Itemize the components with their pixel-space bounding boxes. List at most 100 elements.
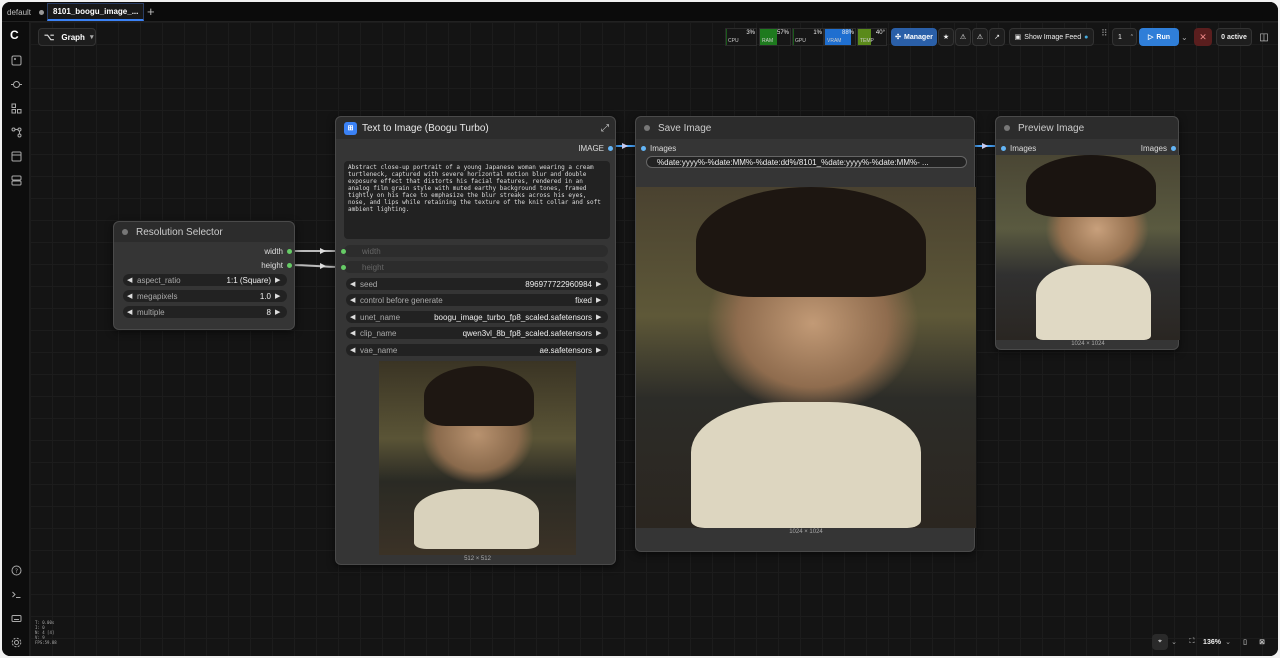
drag-handle-icon[interactable]: ⠿ — [1101, 28, 1109, 46]
resolution-selector-node[interactable]: Resolution Selector width height ◀ aspec… — [113, 221, 295, 330]
increment-icon[interactable]: ▶ — [596, 313, 604, 321]
run-button[interactable]: ▷ Run — [1139, 28, 1179, 46]
preview-image[interactable] — [996, 155, 1180, 340]
increment-icon[interactable]: ▶ — [275, 308, 283, 316]
increment-icon[interactable]: ▶ — [596, 280, 604, 288]
help-icon[interactable]: ? — [9, 563, 23, 577]
panel-toggle-icon[interactable]: ◫ — [1256, 28, 1272, 46]
output-slot-image[interactable]: IMAGE — [578, 144, 613, 153]
meter-value: 88% — [841, 30, 854, 36]
slot-connector[interactable] — [341, 248, 346, 254]
expand-node-icon[interactable]: ⤢ — [601, 123, 609, 134]
missing-nodes-icon[interactable]: ⚠ — [972, 28, 988, 46]
manager-label: Manager — [904, 33, 933, 41]
output-slot-images[interactable]: Images — [1141, 144, 1176, 153]
preview-image-node[interactable]: Preview Image Images Images 1024 × 1024 — [995, 116, 1180, 350]
increment-icon[interactable]: ▶ — [275, 292, 283, 300]
tab-default[interactable]: default — [2, 3, 46, 21]
templates-icon[interactable] — [9, 149, 23, 163]
slot-connector[interactable] — [608, 146, 613, 151]
ram-meter: 57% RAM — [759, 28, 791, 46]
node-header[interactable]: Preview Image — [996, 117, 1178, 139]
decrement-icon[interactable]: ◀ — [350, 346, 358, 354]
chevron-down-icon[interactable]: ⌄ — [1169, 634, 1179, 650]
slot-connector[interactable] — [641, 146, 646, 151]
decrement-icon[interactable]: ◀ — [127, 292, 135, 300]
saved-image-preview[interactable] — [636, 187, 976, 528]
clip-name-widget[interactable]: ◀ clip_name qwen3vl_8b_fp8_scaled.safete… — [346, 327, 608, 339]
input-slot-height[interactable]: height — [341, 261, 608, 273]
slot-label: width — [264, 247, 283, 256]
image-feed-icon: ▣ — [1014, 34, 1022, 41]
increment-icon[interactable]: ▶ — [596, 329, 604, 337]
share-icon[interactable]: ↗ — [989, 28, 1005, 46]
decrement-icon[interactable]: ◀ — [127, 276, 135, 284]
slot-connector[interactable] — [287, 249, 292, 254]
zoom-level[interactable]: 136% — [1201, 634, 1223, 650]
text-to-image-node[interactable]: ⊞ Text to Image (Boogu Turbo) ⤢ IMAGE Ab… — [335, 116, 616, 565]
manager-button[interactable]: ✣ Manager — [891, 28, 937, 46]
graph-mode-button[interactable]: ⌥ Graph ▾ — [38, 28, 96, 46]
slot-connector[interactable] — [341, 264, 346, 270]
slot-connector[interactable] — [1171, 146, 1176, 151]
filename-prefix-input[interactable]: %date:yyyy%-%date:MM%-%date:dd%/8101_%da… — [646, 156, 967, 168]
megapixels-widget[interactable]: ◀ megapixels 1.0 ▶ — [123, 290, 287, 302]
link-visibility-icon[interactable]: ⊠ — [1255, 634, 1269, 650]
slot-connector[interactable] — [287, 263, 292, 268]
comfy-logo-icon[interactable]: C — [10, 28, 26, 44]
increment-icon[interactable]: ▶ — [275, 276, 283, 284]
nodes-library-icon[interactable] — [9, 101, 23, 115]
decrement-icon[interactable]: ◀ — [350, 296, 358, 304]
unet-name-widget[interactable]: ◀ unet_name boogu_image_turbo_fp8_scaled… — [346, 311, 608, 323]
chevron-down-icon[interactable]: ⌄ — [1223, 634, 1233, 650]
vae-name-widget[interactable]: ◀ vae_name ae.safetensors ▶ — [346, 344, 608, 356]
widget-name: seed — [360, 279, 378, 289]
tab-unsaved-dot — [39, 9, 45, 15]
active-queue-button[interactable]: 0 active — [1216, 28, 1252, 46]
minimap-icon[interactable]: ▯ — [1238, 634, 1252, 650]
save-image-node[interactable]: Save Image Images %date:yyyy%-%date:MM%-… — [635, 116, 976, 552]
decrement-icon[interactable]: ◀ — [350, 280, 358, 288]
tab-workflow[interactable]: 8101_boogu_image_... — [47, 3, 144, 21]
queue-icon[interactable] — [9, 173, 23, 187]
seed-widget[interactable]: ◀ seed 896977722960984 ▶ — [346, 278, 608, 290]
temp-meter: 40° TEMP — [857, 28, 887, 46]
workflows-icon[interactable] — [9, 125, 23, 139]
cancel-icon[interactable]: ✕ — [1194, 28, 1212, 46]
widget-name: multiple — [137, 307, 165, 317]
decrement-icon[interactable]: ◀ — [127, 308, 135, 316]
generated-image-preview[interactable] — [379, 361, 576, 555]
prompt-textarea[interactable]: Abstract close-up portrait of a young Ja… — [344, 161, 610, 239]
node-header[interactable]: Save Image — [636, 117, 974, 139]
node-header[interactable]: ⊞ Text to Image (Boogu Turbo) ⤢ — [336, 117, 615, 139]
multiple-widget[interactable]: ◀ multiple 8 ▶ — [123, 306, 287, 318]
input-slot-images[interactable]: Images — [641, 144, 676, 153]
toggle-indicator-icon: ● — [1084, 33, 1089, 41]
control-before-generate-widget[interactable]: ◀ control before generate fixed ▶ — [346, 294, 608, 306]
images-icon[interactable] — [9, 53, 23, 67]
increment-icon[interactable]: ▶ — [596, 346, 604, 354]
puzzle-icon: ✣ — [895, 34, 902, 41]
decrement-icon[interactable]: ◀ — [350, 313, 358, 321]
slot-connector[interactable] — [1001, 146, 1006, 151]
keyboard-icon[interactable] — [9, 611, 23, 625]
favorite-star-icon[interactable]: ★ — [938, 28, 954, 46]
input-slot-images[interactable]: Images — [1001, 144, 1036, 153]
output-slot-width[interactable]: width — [264, 247, 292, 256]
node-header[interactable]: Resolution Selector — [114, 222, 294, 242]
queue-count-input[interactable]: 1 ⌃ — [1112, 28, 1137, 46]
settings-gear-icon[interactable] — [9, 635, 23, 649]
terminal-icon[interactable] — [9, 587, 23, 601]
increment-icon[interactable]: ▶ — [596, 296, 604, 304]
fit-view-icon[interactable]: ⛶ — [1185, 634, 1199, 650]
input-slot-width[interactable]: width — [341, 245, 608, 257]
new-tab-icon[interactable]: + — [147, 4, 155, 19]
run-options-chevron-icon[interactable]: ⌄ — [1181, 28, 1191, 46]
decrement-icon[interactable]: ◀ — [350, 329, 358, 337]
model-download-icon[interactable]: ⚠ — [955, 28, 971, 46]
aspect-ratio-widget[interactable]: ◀ aspect_ratio 1:1 (Square) ▶ — [123, 274, 287, 286]
models-icon[interactable] — [9, 77, 23, 91]
show-image-feed-button[interactable]: ▣ Show Image Feed ● — [1009, 28, 1094, 46]
select-tool-icon[interactable]: ⌖ — [1152, 634, 1168, 650]
output-slot-height[interactable]: height — [261, 261, 292, 270]
